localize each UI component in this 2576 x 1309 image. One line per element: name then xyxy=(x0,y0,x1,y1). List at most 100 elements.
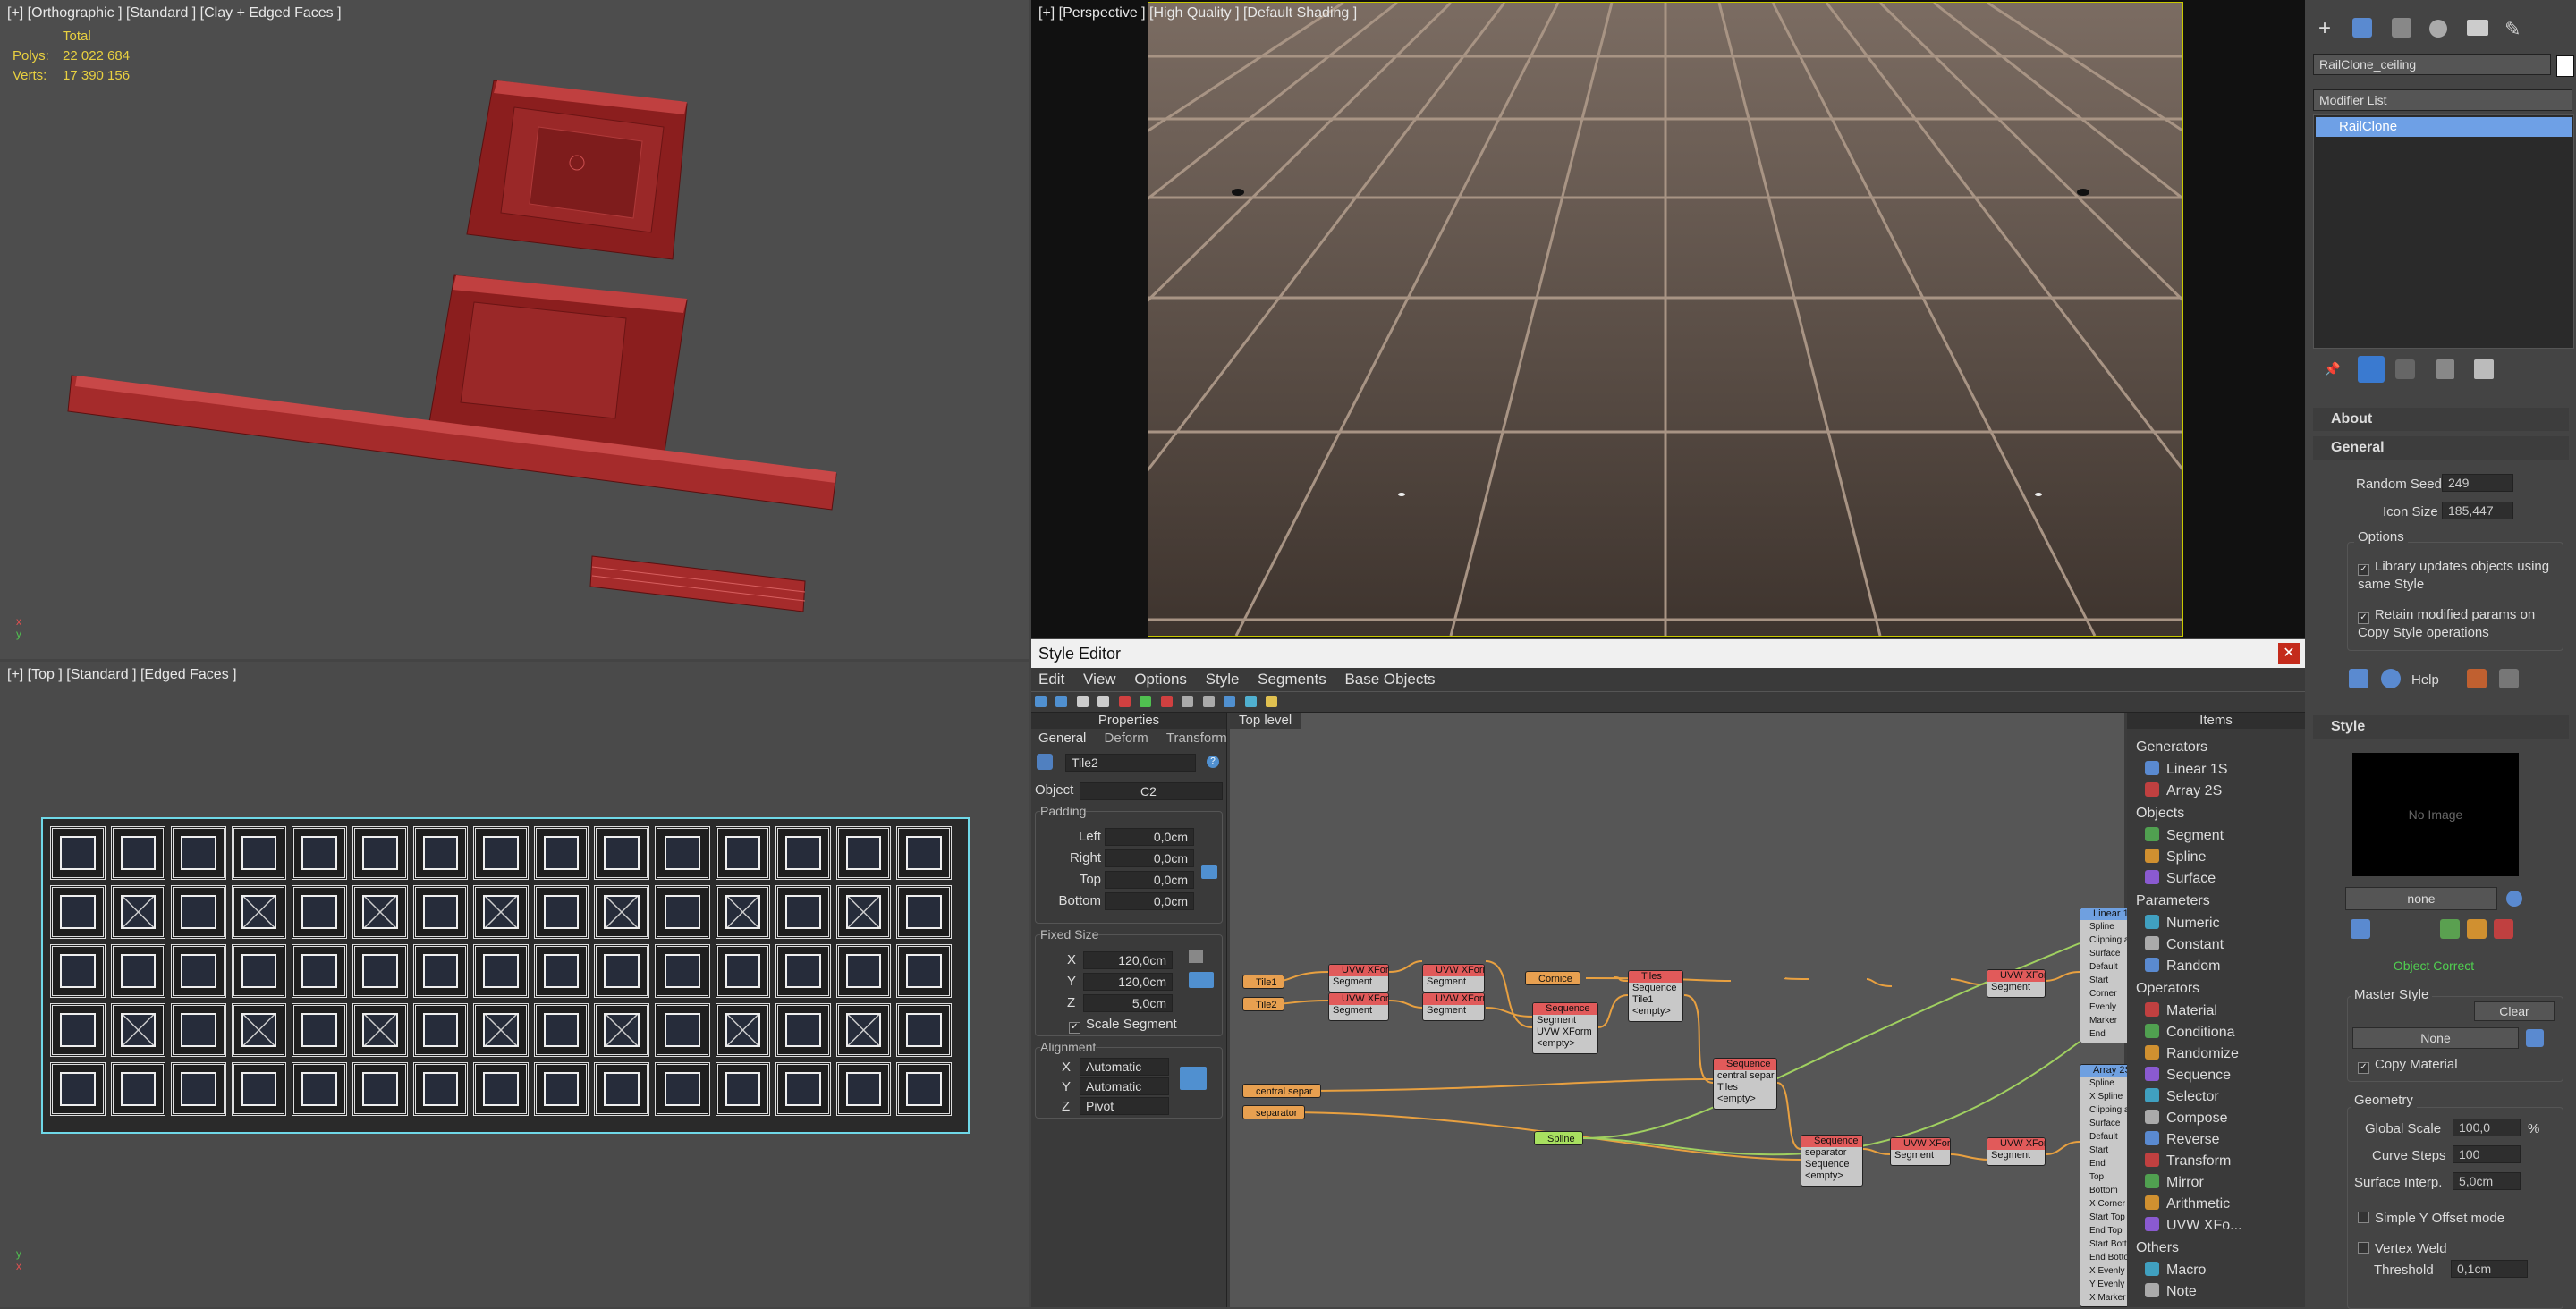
vertex-weld-checkbox[interactable]: Vertex Weld xyxy=(2358,1241,2447,1256)
filter-icon[interactable] xyxy=(1182,696,1194,707)
object-name-field[interactable]: RailClone_ceiling xyxy=(2313,54,2551,75)
play-icon[interactable] xyxy=(1244,696,1257,707)
node-canvas[interactable]: Top level Tile1 Tile2 central separ sepa… xyxy=(1230,713,2142,1307)
items-entry[interactable]: Note xyxy=(2145,1283,2197,1300)
node-tiles[interactable]: Tiles Sequence Tile1 <empty> xyxy=(1628,970,1683,1022)
info-icon[interactable] xyxy=(2467,669,2487,688)
motion-tab-icon[interactable] xyxy=(2429,20,2447,38)
cancel-icon[interactable] xyxy=(1160,696,1173,707)
items-entry[interactable]: Surface xyxy=(2145,870,2216,887)
align-z-select[interactable]: Pivot xyxy=(1080,1097,1169,1115)
fixed-x-input[interactable]: 120,0cm xyxy=(1083,951,1173,969)
items-entry[interactable]: Randomize xyxy=(2145,1045,2239,1062)
items-entry[interactable]: Constant xyxy=(2145,936,2224,953)
library-icon[interactable] xyxy=(2440,919,2460,939)
items-entry[interactable]: Random xyxy=(2145,958,2220,975)
show-end-result-icon[interactable] xyxy=(2358,356,2385,383)
padding-top-input[interactable]: 0,0cm xyxy=(1105,871,1194,889)
node-sequence[interactable]: Sequence central separ Tiles <empty> xyxy=(1713,1058,1777,1110)
padding-link-icon[interactable] xyxy=(1201,865,1217,879)
display-tab-icon[interactable] xyxy=(2467,20,2488,36)
items-entry[interactable]: Numeric xyxy=(2145,915,2220,932)
fixed-z-input[interactable]: 5,0cm xyxy=(1083,994,1173,1012)
check-icon[interactable] xyxy=(1140,696,1152,707)
viewport-label[interactable]: [+] [Top ] [Standard ] [Edged Faces ] xyxy=(7,667,237,683)
style-thumbnail[interactable]: No Image xyxy=(2352,753,2519,876)
marker-icon[interactable] xyxy=(1265,696,1277,707)
clear-button[interactable]: Clear xyxy=(2474,1001,2555,1021)
library-updates-checkbox[interactable]: ✓ Library updates objects using same Styl… xyxy=(2358,558,2555,593)
node-uvw-xform[interactable]: UVW XFormSegment xyxy=(1422,992,1485,1021)
hierarchy-tab-icon[interactable] xyxy=(2392,18,2411,38)
configure-icon[interactable] xyxy=(2474,359,2494,379)
items-entry[interactable]: Arithmetic xyxy=(2145,1195,2230,1212)
close-button[interactable]: ✕ xyxy=(2278,643,2300,664)
style-name-button[interactable]: none xyxy=(2345,887,2497,910)
items-entry[interactable]: Array 2S xyxy=(2145,782,2222,799)
copy-material-checkbox[interactable]: ✓ Copy Material xyxy=(2358,1057,2458,1074)
items-entry[interactable]: Macro xyxy=(2145,1262,2206,1279)
viewport-label[interactable]: [+] [Perspective ] [High Quality ] [Defa… xyxy=(1038,5,1357,21)
node-uvw-xform[interactable]: UVW XFormSegment xyxy=(1328,992,1389,1021)
tab-deform[interactable]: Deform xyxy=(1105,731,1148,746)
style-rollout[interactable]: Style xyxy=(2313,715,2569,739)
items-entry[interactable]: Sequence xyxy=(2145,1067,2231,1084)
node-tile2[interactable]: Tile2 xyxy=(1242,997,1285,1011)
items-category[interactable]: Parameters xyxy=(2136,893,2210,909)
node-sequence[interactable]: Sequence separator Sequence <empty> xyxy=(1801,1135,1863,1187)
simple-y-checkbox[interactable]: Simple Y Offset mode xyxy=(2358,1211,2504,1226)
utilities-tab-icon[interactable]: ✎ xyxy=(2504,18,2521,41)
tab-general[interactable]: General xyxy=(1038,731,1086,746)
menu-base-objects[interactable]: Base Objects xyxy=(1344,671,1435,688)
general-rollout[interactable]: General xyxy=(2313,436,2569,460)
reset-icon[interactable] xyxy=(2499,669,2519,688)
threshold-input[interactable]: 0,1cm xyxy=(2451,1260,2528,1278)
items-entry[interactable]: Material xyxy=(2145,1002,2217,1019)
menu-view[interactable]: View xyxy=(1083,671,1116,688)
make-unique-icon[interactable] xyxy=(2395,359,2415,379)
object-color-swatch[interactable] xyxy=(2556,55,2574,77)
items-entry[interactable]: Reverse xyxy=(2145,1131,2220,1148)
items-category[interactable]: Generators xyxy=(2136,739,2207,756)
modify-tab-icon[interactable] xyxy=(2352,18,2372,38)
padding-right-input[interactable]: 0,0cm xyxy=(1105,849,1194,867)
alignment-icon[interactable] xyxy=(1180,1067,1207,1090)
modifier-list-dropdown[interactable]: Modifier List xyxy=(2313,89,2572,111)
fixed-size-y-toggle[interactable] xyxy=(1189,972,1214,988)
viewport-perspective[interactable]: [+] [Perspective ] [High Quality ] [Defa… xyxy=(1031,0,2305,638)
node-spline[interactable]: Spline xyxy=(1534,1131,1583,1145)
save-style-icon[interactable] xyxy=(2467,919,2487,939)
trash-icon[interactable] xyxy=(1202,696,1215,707)
surface-interp-input[interactable]: 5,0cm xyxy=(2453,1172,2521,1190)
align-x-select[interactable]: Automatic xyxy=(1080,1058,1169,1076)
node-sequence[interactable]: Sequence Segment UVW XForm <empty> xyxy=(1532,1002,1598,1054)
items-entry[interactable]: Conditiona xyxy=(2145,1024,2235,1041)
menu-options[interactable]: Options xyxy=(1134,671,1187,688)
help-icon[interactable] xyxy=(2381,669,2401,688)
node-uvw-xform[interactable]: UVW XFormSegment xyxy=(1987,1137,2046,1166)
node-central-separ[interactable]: central separ xyxy=(1242,1084,1321,1098)
global-scale-input[interactable]: 100,0 xyxy=(2453,1119,2521,1136)
tab-transform[interactable]: Transform xyxy=(1166,731,1227,746)
create-tab-icon[interactable]: + xyxy=(2318,16,2331,41)
object-picker[interactable]: C2 xyxy=(1080,782,1223,800)
about-rollout[interactable]: About xyxy=(2313,408,2569,431)
items-category[interactable]: Operators xyxy=(2136,981,2199,997)
items-entry[interactable]: Spline xyxy=(2145,849,2206,866)
items-category[interactable]: Objects xyxy=(2136,806,2184,822)
menu-edit[interactable]: Edit xyxy=(1038,671,1064,688)
help-icon[interactable]: ? xyxy=(1207,756,1219,768)
items-entry[interactable]: Transform xyxy=(2145,1153,2231,1170)
copy-icon[interactable] xyxy=(1076,696,1089,707)
modifier-stack[interactable]: RailClone xyxy=(2313,114,2574,349)
refresh-icon[interactable] xyxy=(1224,696,1236,707)
menu-segments[interactable]: Segments xyxy=(1258,671,1326,688)
scale-segment-checkbox[interactable]: ✓ Scale Segment xyxy=(1069,1017,1177,1034)
fixed-y-input[interactable]: 120,0cm xyxy=(1083,973,1173,991)
undo-icon[interactable] xyxy=(1035,696,1046,707)
align-y-select[interactable]: Automatic xyxy=(1080,1077,1169,1095)
random-seed-input[interactable]: 249 xyxy=(2442,474,2513,492)
curve-steps-input[interactable]: 100 xyxy=(2453,1145,2521,1163)
fixed-size-x-toggle[interactable] xyxy=(1189,950,1203,963)
style-editor-icon[interactable] xyxy=(2351,919,2370,939)
